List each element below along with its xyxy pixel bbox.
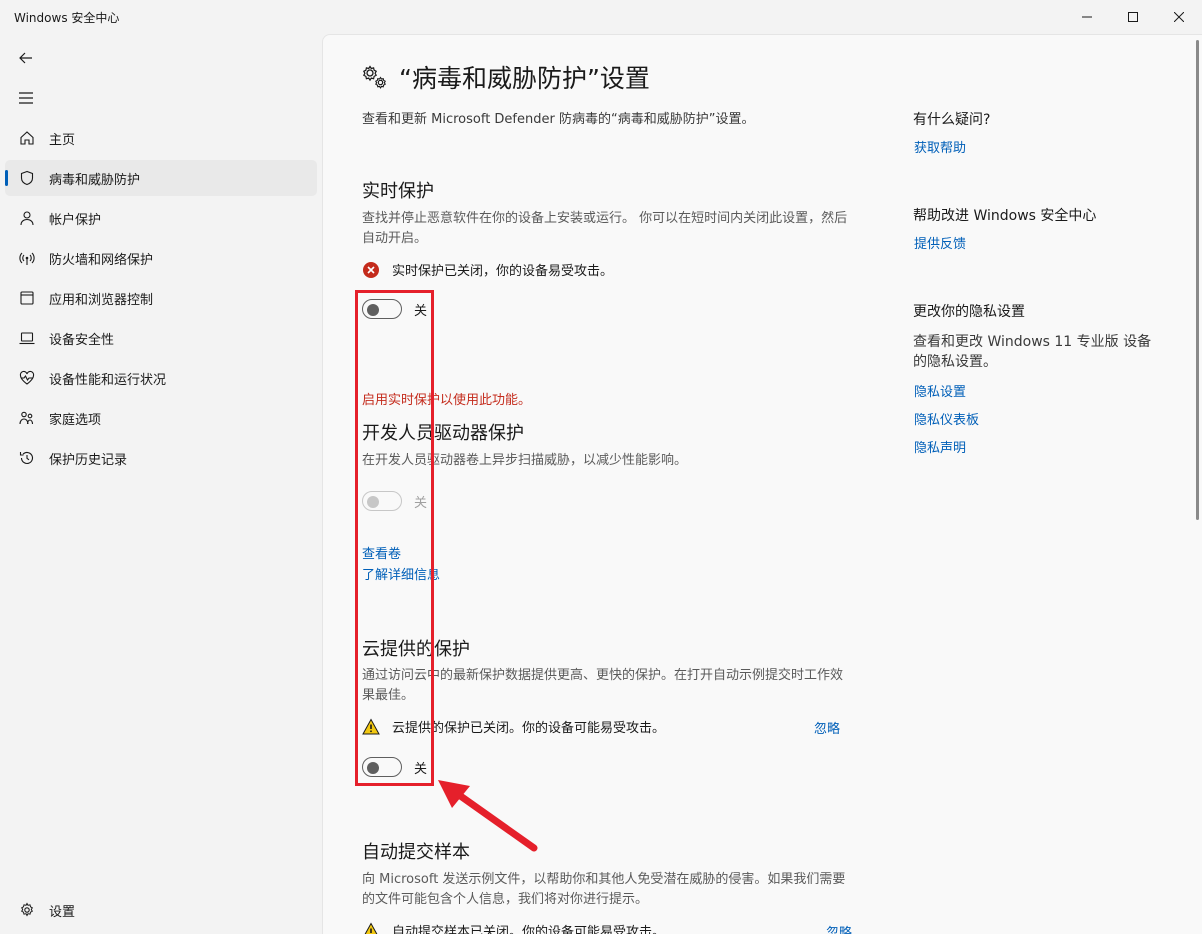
privacy-dashboard-link[interactable]: 隐私仪表板 bbox=[914, 409, 979, 428]
warning-icon bbox=[364, 921, 378, 934]
sample-section-title: 自动提交样本 bbox=[362, 842, 470, 863]
dev-drive-section-title: 开发人员驱动器保护 bbox=[362, 423, 524, 444]
page-description: 查看和更新 Microsoft Defender 防病毒的“病毒和威胁防护”设置… bbox=[362, 112, 755, 127]
sidebar-item-account-protection[interactable]: 帐户保护 bbox=[5, 200, 317, 236]
realtime-toggle-label: 关 bbox=[414, 303, 428, 319]
realtime-status: 实时保护已关闭，你的设备易受攻击。 bbox=[362, 260, 613, 279]
cloud-status-text: 云提供的保护已关闭。你的设备可能易受攻击。 bbox=[392, 721, 666, 736]
dev-drive-toggle-label: 关 bbox=[414, 495, 428, 511]
realtime-toggle-row: 关 bbox=[362, 299, 427, 319]
sidebar-item-family-options[interactable]: 家庭选项 bbox=[5, 400, 317, 436]
sample-status-text: 自动提交样本已关闭。你的设备可能易受攻击。 bbox=[392, 925, 666, 934]
maximize-icon bbox=[1128, 12, 1138, 22]
history-icon bbox=[5, 450, 49, 466]
close-icon bbox=[1174, 12, 1184, 22]
menu-button[interactable] bbox=[14, 86, 38, 110]
sidebar-item-label: 病毒和威胁防护 bbox=[49, 172, 141, 188]
sidebar-item-protection-history[interactable]: 保护历史记录 bbox=[5, 440, 317, 476]
sidebar-item-label: 应用和浏览器控制 bbox=[49, 292, 154, 308]
sidebar-item-label: 设置 bbox=[49, 904, 76, 920]
back-button[interactable] bbox=[14, 46, 38, 70]
shield-icon bbox=[5, 170, 49, 186]
error-icon bbox=[363, 261, 379, 278]
sidebar-item-home[interactable]: 主页 bbox=[5, 120, 317, 156]
maximize-button[interactable] bbox=[1110, 0, 1156, 34]
improve-heading: 帮助改进 Windows 安全中心 bbox=[913, 208, 1097, 224]
close-button[interactable] bbox=[1156, 0, 1202, 34]
dev-drive-protection-toggle[interactable] bbox=[362, 491, 402, 511]
family-icon bbox=[5, 410, 49, 426]
privacy-description: 查看和更改 Windows 11 专业版 设备的隐私设置。 bbox=[913, 334, 1152, 370]
privacy-heading: 更改你的隐私设置 bbox=[913, 304, 1025, 320]
cloud-section-title: 云提供的保护 bbox=[362, 639, 470, 660]
warning-icon bbox=[362, 717, 380, 734]
realtime-protection-toggle[interactable] bbox=[362, 299, 402, 319]
sample-status: 自动提交样本已关闭。你的设备可能易受攻击。 bbox=[362, 921, 665, 934]
cloud-status: 云提供的保护已关闭。你的设备可能易受攻击。 bbox=[362, 717, 665, 736]
dev-drive-toggle-row: 关 bbox=[362, 491, 427, 511]
sidebar-item-label: 设备安全性 bbox=[49, 332, 115, 348]
sidebar-item-label: 防火墙和网络保护 bbox=[49, 252, 154, 268]
scrollbar-thumb[interactable] bbox=[1196, 40, 1199, 520]
sidebar-item-firewall[interactable]: 防火墙和网络保护 bbox=[5, 240, 317, 276]
window-title: Windows 安全中心 bbox=[14, 11, 120, 25]
main-panel: “病毒和威胁防护”设置 查看和更新 Microsoft Defender 防病毒… bbox=[322, 34, 1202, 934]
sidebar-item-app-browser-control[interactable]: 应用和浏览器控制 bbox=[5, 280, 317, 316]
page-title: “病毒和威胁防护”设置 bbox=[399, 64, 650, 93]
hamburger-menu-icon bbox=[19, 92, 33, 104]
sidebar-item-label: 保护历史记录 bbox=[49, 452, 128, 468]
get-help-link[interactable]: 获取帮助 bbox=[914, 137, 966, 156]
sidebar-item-settings[interactable]: 设置 bbox=[5, 892, 317, 928]
sidebar-item-label: 主页 bbox=[49, 132, 76, 148]
cloud-protection-toggle[interactable] bbox=[362, 757, 402, 777]
heartbeat-icon bbox=[5, 370, 49, 386]
cloud-toggle-row: 关 bbox=[362, 757, 427, 777]
scrollbar[interactable] bbox=[1196, 40, 1200, 520]
sidebar-item-label: 家庭选项 bbox=[49, 412, 102, 428]
sidebar-item-label: 帐户保护 bbox=[49, 212, 102, 228]
page-header: “病毒和威胁防护”设置 bbox=[361, 59, 650, 95]
person-icon bbox=[5, 210, 49, 226]
cloud-dismiss-link[interactable]: 忽略 bbox=[814, 718, 840, 737]
cloud-description: 通过访问云中的最新保护数据提供更高、更快的保护。在打开自动示例提交时工作效果最佳… bbox=[362, 668, 844, 703]
question-heading: 有什么疑问? bbox=[913, 112, 991, 128]
minimize-button[interactable] bbox=[1064, 0, 1110, 34]
app-window-icon bbox=[5, 290, 49, 306]
sidebar-item-label: 设备性能和运行状况 bbox=[49, 372, 167, 388]
minimize-icon bbox=[1082, 16, 1092, 18]
learn-more-link[interactable]: 了解详细信息 bbox=[362, 564, 440, 583]
privacy-settings-link[interactable]: 隐私设置 bbox=[914, 381, 966, 400]
sample-dismiss-link[interactable]: 忽略 bbox=[826, 922, 852, 934]
dev-drive-description: 在开发人员驱动器卷上异步扫描威胁，以减少性能影响。 bbox=[362, 453, 688, 468]
title-bar: Windows 安全中心 bbox=[0, 0, 1202, 34]
realtime-status-text: 实时保护已关闭，你的设备易受攻击。 bbox=[392, 264, 614, 279]
view-volumes-link[interactable]: 查看卷 bbox=[362, 543, 401, 562]
realtime-section-title: 实时保护 bbox=[362, 181, 434, 202]
home-icon bbox=[5, 130, 49, 146]
wireless-icon bbox=[5, 250, 49, 266]
privacy-statement-link[interactable]: 隐私声明 bbox=[914, 437, 966, 456]
dev-drive-warning: 启用实时保护以使用此功能。 bbox=[362, 393, 532, 408]
laptop-icon bbox=[5, 330, 49, 346]
sidebar-item-virus-protection[interactable]: 病毒和威胁防护 bbox=[5, 160, 317, 196]
sample-description: 向 Microsoft 发送示例文件，以帮助你和其他人免受潜在威胁的侵害。如果我… bbox=[362, 872, 846, 907]
back-arrow-icon bbox=[19, 52, 32, 64]
sidebar-item-device-security[interactable]: 设备安全性 bbox=[5, 320, 317, 356]
feedback-link[interactable]: 提供反馈 bbox=[914, 233, 966, 252]
realtime-description: 查找并停止恶意软件在你的设备上安装或运行。 你可以在短时间内关闭此设置，然后自动… bbox=[362, 211, 848, 246]
sidebar: 主页 病毒和威胁防护 帐户保护 防火墙和网络保护 应用和浏览器控制 设备安全性 … bbox=[0, 34, 322, 934]
gears-icon bbox=[362, 65, 386, 89]
gear-icon bbox=[5, 902, 49, 918]
sidebar-item-device-performance[interactable]: 设备性能和运行状况 bbox=[5, 360, 317, 396]
cloud-toggle-label: 关 bbox=[414, 761, 428, 777]
